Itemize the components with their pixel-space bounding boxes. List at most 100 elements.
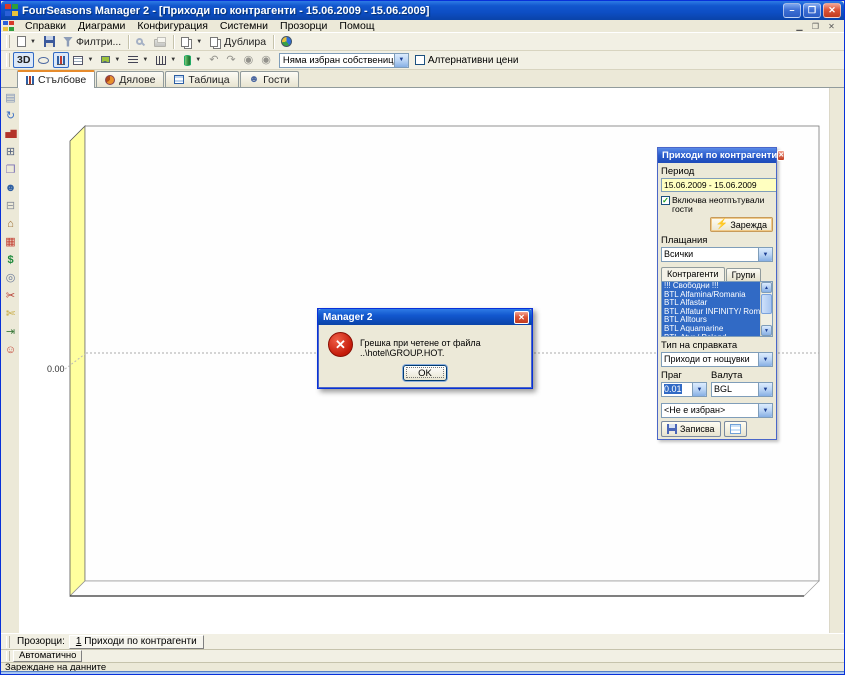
toolbar-grip[interactable] xyxy=(6,35,10,49)
printer-icon[interactable]: ⊟ xyxy=(2,197,19,214)
dialog-close-icon[interactable]: ✕ xyxy=(514,311,529,324)
threshold-select[interactable]: 0.01 ▼ xyxy=(661,382,707,397)
owner-select[interactable]: Няма избран собственици ▼ xyxy=(279,53,409,68)
payments-select[interactable]: Всички ▼ xyxy=(661,247,773,262)
list-item[interactable]: BTL Alltours xyxy=(662,316,760,325)
bars-view-button[interactable] xyxy=(53,52,69,68)
payments-icon[interactable]: $ xyxy=(2,251,19,268)
window-tab-button[interactable]: 1 Приходи по контрагенти xyxy=(69,635,204,649)
new-report-button[interactable]: ▼ xyxy=(13,34,40,50)
report-type-select[interactable]: Приходи от нощувки ▼ xyxy=(661,352,773,367)
labels-button[interactable]: ▼ xyxy=(97,52,124,68)
zoom-out-button[interactable]: ◉ xyxy=(240,52,258,68)
menu-system[interactable]: Системни xyxy=(214,20,274,33)
tab-contragents[interactable]: Контрагенти xyxy=(661,267,725,281)
3d-toggle-button[interactable]: 3D xyxy=(13,52,34,68)
table-view-button[interactable] xyxy=(724,421,747,437)
dialog-titlebar[interactable]: Manager 2 ✕ xyxy=(318,309,532,325)
room-plan-icon[interactable]: ▤ xyxy=(2,89,19,106)
scroll-down-icon[interactable]: ▼ xyxy=(761,325,772,336)
restore-button[interactable]: ❐ xyxy=(803,3,821,18)
scrollbar-thumb[interactable] xyxy=(761,294,772,314)
list-scrollbar[interactable]: ▲ ▼ xyxy=(760,282,772,336)
duplicate-window-icon[interactable]: ❐ xyxy=(2,161,19,178)
table-grid-icon[interactable]: ▦ xyxy=(2,233,19,250)
close-button[interactable]: ✕ xyxy=(823,3,841,18)
rotate-view-button[interactable] xyxy=(34,52,53,68)
auto-toggle-button[interactable]: Автоматично xyxy=(13,650,82,662)
menu-windows[interactable]: Прозорци xyxy=(274,20,333,33)
refresh-window-icon[interactable]: ↻ xyxy=(2,107,19,124)
horizontal-grid-button[interactable]: ▼ xyxy=(124,52,152,68)
save-icon xyxy=(667,424,677,434)
cylinder-style-button[interactable]: ▼ xyxy=(180,52,205,68)
menu-diagrams[interactable]: Диаграми xyxy=(72,20,131,33)
minimize-button[interactable]: – xyxy=(783,3,801,18)
window-titlebar: FourSeasons Manager 2 - [Приходи по конт… xyxy=(1,1,844,20)
toolbar-grip[interactable] xyxy=(6,651,10,661)
save-template-button[interactable]: Записва xyxy=(661,421,721,437)
list-item[interactable]: BTL Alfatur INFINITY/ Romani xyxy=(662,308,760,317)
mdi-minimize-button[interactable]: ▁ xyxy=(793,21,806,32)
menu-help[interactable]: Помощ xyxy=(333,20,380,33)
binoculars-icon[interactable]: ◎ xyxy=(2,269,19,286)
copy-button[interactable]: ▼ xyxy=(177,34,206,50)
period-input[interactable] xyxy=(661,178,776,192)
filters-button[interactable]: Филтри... xyxy=(59,34,125,50)
list-item[interactable]: BTL Alfamina/Romania xyxy=(662,291,760,300)
list-item[interactable]: !!! Свободни !!! xyxy=(662,282,760,291)
print-preview-icon xyxy=(136,38,143,45)
calculator-icon[interactable]: ⊞ xyxy=(2,143,19,160)
rotate-right-button[interactable]: ↷ xyxy=(222,52,239,68)
tab-shares[interactable]: Дялове xyxy=(96,71,164,87)
chevron-down-icon: ▼ xyxy=(30,39,36,45)
list-item[interactable]: BTL Aquamarine xyxy=(662,325,760,334)
ok-button[interactable]: OK xyxy=(403,365,447,381)
checkout-icon[interactable]: ⇥ xyxy=(2,323,19,340)
save-button[interactable] xyxy=(40,34,59,50)
currency-select[interactable]: BGL ▼ xyxy=(711,382,773,397)
template-select[interactable]: <Не е избран> ▼ xyxy=(661,403,773,418)
chart-button[interactable] xyxy=(277,34,296,50)
duplicate-button[interactable]: Дублира xyxy=(206,34,270,50)
zoom-out-icon: ◉ xyxy=(244,55,254,66)
save-icon xyxy=(44,36,55,47)
lightning-icon: ⚡ xyxy=(716,220,728,230)
chevron-down-icon: ▼ xyxy=(114,57,120,63)
scissors-icon[interactable]: ✂ xyxy=(2,287,19,304)
scroll-up-icon[interactable]: ▲ xyxy=(761,282,772,293)
toolbar-grip[interactable] xyxy=(6,53,10,67)
list-item[interactable]: BTL Alfastar xyxy=(662,299,760,308)
list-item[interactable]: BTL Atur / Poland xyxy=(662,334,760,336)
panel-titlebar[interactable]: Приходи по контрагенти ✕ xyxy=(658,148,776,163)
auto-bar: Автоматично xyxy=(1,649,844,662)
mdi-close-button[interactable]: ✕ xyxy=(825,21,838,32)
include-guests-checkbox[interactable]: ✓ xyxy=(661,196,670,205)
rotate-left-button[interactable]: ↶ xyxy=(205,52,222,68)
tab-groups[interactable]: Групи xyxy=(726,268,762,281)
guest-icon[interactable]: ☺ xyxy=(2,341,19,358)
zoom-in-button[interactable]: ◉ xyxy=(257,52,275,68)
load-button[interactable]: ⚡Зарежда xyxy=(710,217,773,232)
tab-guests[interactable]: ☻Гости xyxy=(240,71,299,87)
toolbar-grip[interactable] xyxy=(6,636,10,648)
currency-label: Валута xyxy=(711,370,773,381)
tab-table[interactable]: Таблица xyxy=(165,71,238,87)
guests-icon[interactable]: ☻ xyxy=(2,179,19,196)
legend-button[interactable]: ▼ xyxy=(69,52,97,68)
menu-reports[interactable]: Справки xyxy=(19,20,72,33)
vertical-grid-button[interactable]: ▼ xyxy=(152,52,180,68)
mdi-child-icon xyxy=(3,21,15,32)
bar-chart-icon[interactable]: ▅▇ xyxy=(2,125,19,142)
mdi-restore-button[interactable]: ❐ xyxy=(809,21,822,32)
copy-icon xyxy=(181,37,189,47)
print-button[interactable] xyxy=(150,34,170,50)
print-preview-button[interactable] xyxy=(132,34,150,50)
menu-configuration[interactable]: Конфигурация xyxy=(131,20,213,33)
chart-icon xyxy=(281,36,292,47)
tab-bars[interactable]: Стълбове xyxy=(17,70,95,88)
panel-close-icon[interactable]: ✕ xyxy=(777,150,785,161)
alt-prices-checkbox[interactable] xyxy=(415,55,425,65)
discount-icon[interactable]: ✄ xyxy=(2,305,19,322)
hotel-building-icon[interactable]: ⌂ xyxy=(2,215,19,232)
